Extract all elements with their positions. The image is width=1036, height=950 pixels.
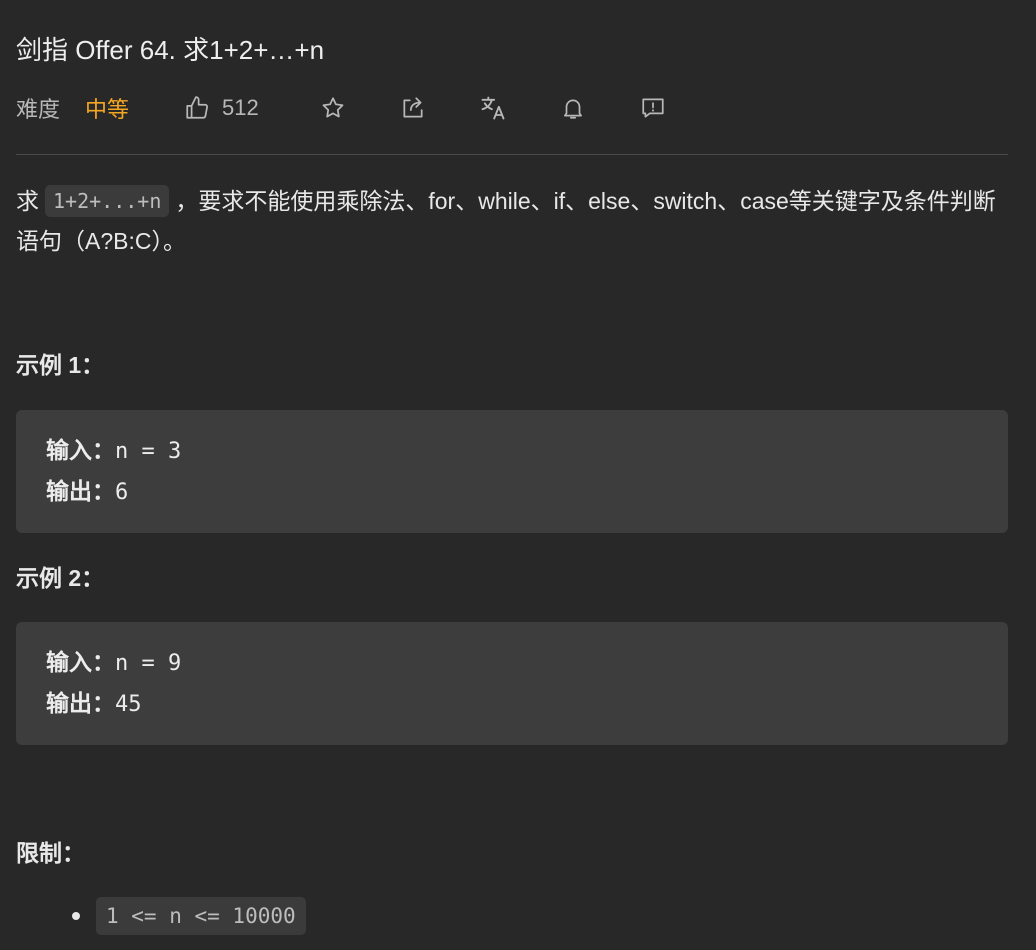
translate-icon <box>479 94 507 122</box>
input-label: 输入： <box>46 649 115 675</box>
example-2-box: 输入：n = 9 输出：45 <box>16 622 1008 745</box>
inline-code: 1+2+...+n <box>45 185 170 217</box>
output-label: 输出： <box>46 478 115 504</box>
share-icon <box>400 95 426 121</box>
example-2-input: 输入：n = 9 <box>46 646 181 680</box>
output-value: 45 <box>115 692 142 717</box>
bell-icon <box>560 95 586 121</box>
feedback-button[interactable] <box>639 90 667 126</box>
output-value: 6 <box>115 480 129 505</box>
problem-title: 剑指 Offer 64. 求1+2+…+n <box>16 35 325 65</box>
problem-description: 求 1+2+...+n ，要求不能使用乘除法、for、while、if、else、s… <box>16 181 1008 261</box>
difficulty-badge: 中等 <box>85 97 130 122</box>
problem-meta-bar: 难度 中等 512 <box>16 90 716 126</box>
constraint-item: 1 <= n <= 10000 <box>96 897 306 935</box>
difficulty-label: 难度 <box>16 97 61 122</box>
output-label: 输出： <box>46 690 115 716</box>
star-icon <box>320 95 346 121</box>
example-1-output: 输出：6 <box>46 475 128 509</box>
example-1-heading: 示例 1： <box>16 352 105 378</box>
like-button[interactable]: 512 <box>184 90 259 126</box>
input-value: n = 3 <box>115 439 182 464</box>
like-count: 512 <box>222 95 259 120</box>
favorite-button[interactable] <box>319 90 347 126</box>
input-label: 输入： <box>46 437 115 463</box>
translate-button[interactable] <box>479 90 507 126</box>
example-1-input: 输入：n = 3 <box>46 434 181 468</box>
example-1-box: 输入：n = 3 输出：6 <box>16 410 1008 533</box>
input-value: n = 9 <box>115 651 182 676</box>
constraints-heading: 限制： <box>16 840 85 866</box>
share-button[interactable] <box>399 90 427 126</box>
thumbs-up-icon <box>184 95 210 121</box>
feedback-icon <box>640 95 666 121</box>
list-bullet <box>72 912 80 920</box>
example-2-heading: 示例 2： <box>16 565 105 591</box>
subscribe-button[interactable] <box>559 90 587 126</box>
header-divider <box>16 154 1008 155</box>
example-2-output: 输出：45 <box>46 687 142 721</box>
description-prefix: 求 <box>16 188 39 214</box>
